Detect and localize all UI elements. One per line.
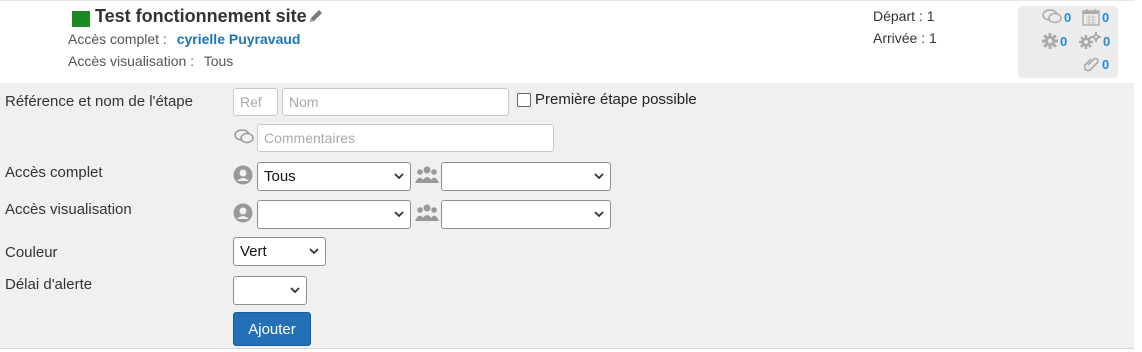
full-access-group-select[interactable]: [441, 162, 611, 191]
paperclip-icon: [1084, 57, 1099, 72]
stat-comments-count: 0: [1064, 9, 1072, 25]
stat-calendar[interactable]: 0: [1082, 9, 1109, 26]
full-access-user-selected: Tous: [264, 168, 296, 185]
stat-attachments-count: 0: [1102, 56, 1110, 72]
stat-comments[interactable]: 0: [1042, 9, 1071, 25]
view-access-label: Accès visualisation: [5, 201, 132, 218]
gear-icon: [1042, 33, 1058, 49]
full-access-info: Accès complet : cyrielle Puyravaud: [68, 31, 300, 47]
step-color-indicator: [72, 11, 90, 27]
comments-icon: [1042, 9, 1062, 24]
full-access-info-label: Accès complet :: [68, 31, 167, 47]
step-title: Test fonctionnement site: [95, 6, 307, 26]
stat-gears-count: 0: [1103, 33, 1111, 49]
gears-icon: [1079, 32, 1101, 49]
depart-count: Départ : 1: [873, 8, 935, 24]
chevron-down-icon: [309, 248, 319, 255]
first-step-label: Première étape possible: [535, 91, 697, 108]
comments-icon: [234, 129, 254, 150]
add-step-form: Référence et nom de l'étape Première éta…: [0, 83, 1134, 349]
chevron-down-icon: [594, 211, 604, 218]
step-stats-panel: 0 0 0 0 0: [1018, 6, 1118, 78]
chevron-down-icon: [290, 287, 300, 294]
color-select[interactable]: Vert: [233, 237, 326, 266]
full-access-user-link[interactable]: cyrielle Puyravaud: [177, 31, 301, 47]
group-icon: [415, 165, 439, 190]
stat-attachments[interactable]: 0: [1084, 56, 1109, 72]
view-access-info-value: Tous: [203, 53, 234, 69]
alert-delay-label: Délai d'alerte: [5, 276, 93, 293]
chevron-down-icon: [394, 211, 404, 218]
view-access-user-select[interactable]: [257, 200, 411, 229]
group-icon: [415, 203, 439, 228]
arrivee-count: Arrivée : 1: [873, 30, 937, 46]
stat-gear-count: 0: [1060, 33, 1068, 49]
stat-gear[interactable]: 0: [1042, 33, 1067, 49]
stat-gears[interactable]: 0: [1079, 32, 1110, 50]
comments-input[interactable]: [257, 124, 554, 152]
full-access-label: Accès complet: [5, 164, 103, 181]
full-access-user-select[interactable]: Tous: [257, 162, 411, 191]
first-step-checkbox[interactable]: [517, 93, 531, 107]
chevron-down-icon: [594, 173, 604, 180]
calendar-icon: [1082, 9, 1100, 26]
alert-delay-select[interactable]: [233, 276, 307, 305]
step-header: Test fonctionnement site Accès complet :…: [0, 0, 1134, 84]
add-button[interactable]: Ajouter: [233, 312, 311, 346]
user-icon: [233, 165, 253, 190]
view-access-info: Accès visualisation : Tous: [68, 53, 233, 69]
ref-name-label: Référence et nom de l'étape: [5, 93, 193, 110]
user-icon: [233, 203, 253, 228]
chevron-down-icon: [394, 173, 404, 180]
stat-calendar-count: 0: [1102, 10, 1110, 25]
view-access-group-select[interactable]: [441, 200, 611, 229]
view-access-info-label: Accès visualisation :: [68, 53, 195, 69]
color-label: Couleur: [5, 244, 58, 261]
edit-pencil-icon[interactable]: [307, 7, 325, 30]
name-input[interactable]: [282, 88, 509, 116]
ref-input[interactable]: [233, 88, 278, 116]
color-selected: Vert: [240, 243, 267, 260]
